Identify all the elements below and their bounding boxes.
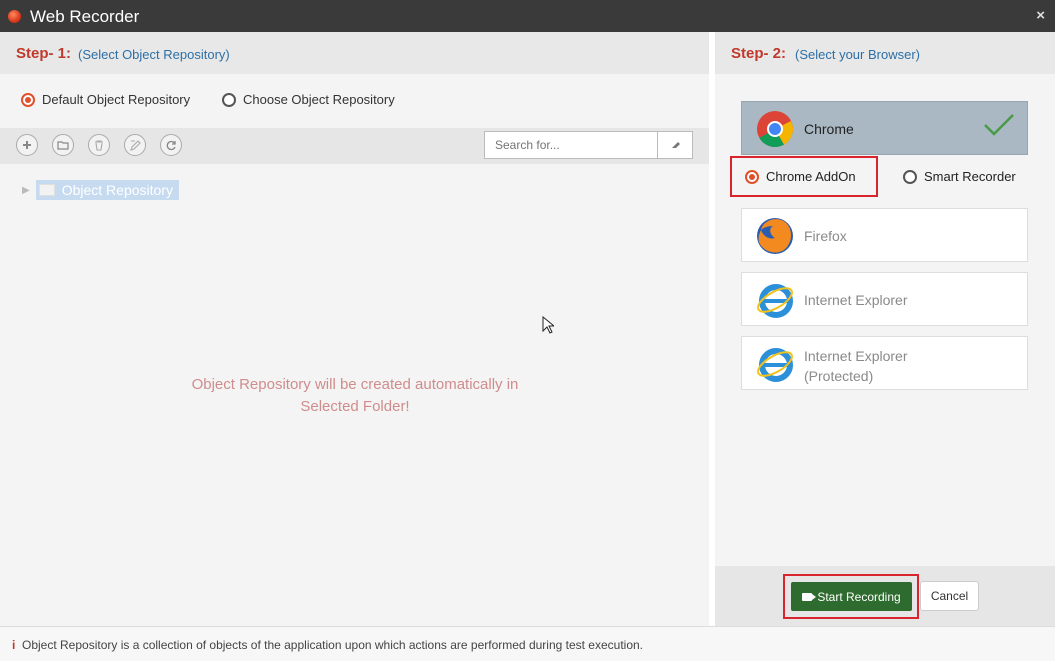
edit-icon[interactable] [124, 134, 146, 156]
browser-firefox[interactable]: Firefox [741, 208, 1028, 262]
smart-recorder-radio[interactable]: Smart Recorder [903, 169, 1016, 184]
tree-root-label: Object Repository [61, 182, 173, 198]
status-text: Object Repository is a collection of obj… [22, 638, 644, 652]
folder-icon [38, 184, 55, 196]
choose-repository-radio[interactable]: Choose Object Repository [222, 92, 395, 107]
action-bar: Start Recording Cancel [715, 566, 1055, 626]
window-title: Web Recorder [30, 7, 140, 26]
browser-firefox-label: Firefox [804, 228, 847, 244]
app-logo-icon [8, 10, 21, 23]
step1-hint: (Select Object Repository) [78, 47, 230, 62]
radio-unselected-indicator [903, 169, 917, 184]
info-icon: i [12, 638, 16, 652]
eraser-icon[interactable] [657, 132, 692, 158]
default-repository-radio[interactable]: Default Object Repository [21, 92, 190, 107]
step2-label: Step- 2: [731, 45, 787, 62]
start-recording-label: Start Recording [817, 589, 901, 604]
mouse-cursor-icon [542, 316, 554, 334]
checkmark-icon [984, 114, 1014, 136]
browser-ie-label: Internet Explorer [804, 292, 908, 308]
radio-unselected-indicator [222, 92, 236, 107]
browser-ie-protected-line2: (Protected) [804, 368, 874, 384]
chrome-icon [757, 111, 793, 148]
repository-message: Object Repository will be created automa… [180, 374, 530, 418]
tree-root[interactable]: ▶ Object Repository [22, 180, 179, 200]
delete-icon[interactable] [88, 134, 110, 156]
tree-expand-icon[interactable]: ▶ [22, 185, 30, 196]
status-bar: i Object Repository is a collection of o… [0, 626, 1055, 661]
tree-item-selected[interactable]: Object Repository [35, 180, 179, 200]
add-icon[interactable] [16, 134, 38, 156]
ie-icon [757, 284, 793, 318]
step1-panel: Step- 1: (Select Object Repository) Defa… [0, 32, 709, 626]
search-box [484, 131, 693, 159]
choose-repository-label: Choose Object Repository [243, 92, 395, 107]
step2-header: Step- 2: (Select your Browser) [715, 32, 1055, 74]
refresh-icon[interactable] [160, 134, 182, 156]
radio-selected-indicator [21, 92, 35, 107]
step1-label: Step- 1: [16, 45, 72, 62]
browser-internet-explorer[interactable]: Internet Explorer [741, 272, 1028, 326]
browser-internet-explorer-protected[interactable]: Internet Explorer (Protected) [741, 336, 1028, 390]
repository-toolbar [0, 128, 709, 164]
step1-header: Step- 1: (Select Object Repository) [0, 32, 709, 74]
message-line-2: Selected Folder! [300, 398, 410, 415]
cancel-button[interactable]: Cancel [920, 581, 979, 611]
ie-icon [757, 348, 793, 382]
firefox-icon [757, 218, 793, 254]
open-folder-icon[interactable] [52, 134, 74, 156]
start-recording-button[interactable]: Start Recording [791, 582, 912, 611]
highlight-box-addon [730, 156, 878, 197]
browser-chrome-label: Chrome [804, 121, 854, 137]
close-icon[interactable]: × [1036, 7, 1045, 24]
smart-recorder-label: Smart Recorder [924, 169, 1016, 184]
step2-hint: (Select your Browser) [795, 47, 920, 62]
step2-panel: Step- 2: (Select your Browser) Chrome Ch… [715, 32, 1055, 626]
browser-ie-protected-line1: Internet Explorer [804, 348, 908, 364]
message-line-1: Object Repository will be created automa… [191, 376, 519, 393]
video-camera-icon [802, 592, 817, 601]
title-bar: Web Recorder × [0, 0, 1055, 32]
browser-ie-protected-label: Internet Explorer (Protected) [804, 346, 908, 386]
default-repository-label: Default Object Repository [42, 92, 191, 107]
search-input[interactable] [485, 132, 659, 158]
browser-chrome[interactable]: Chrome [741, 101, 1028, 155]
